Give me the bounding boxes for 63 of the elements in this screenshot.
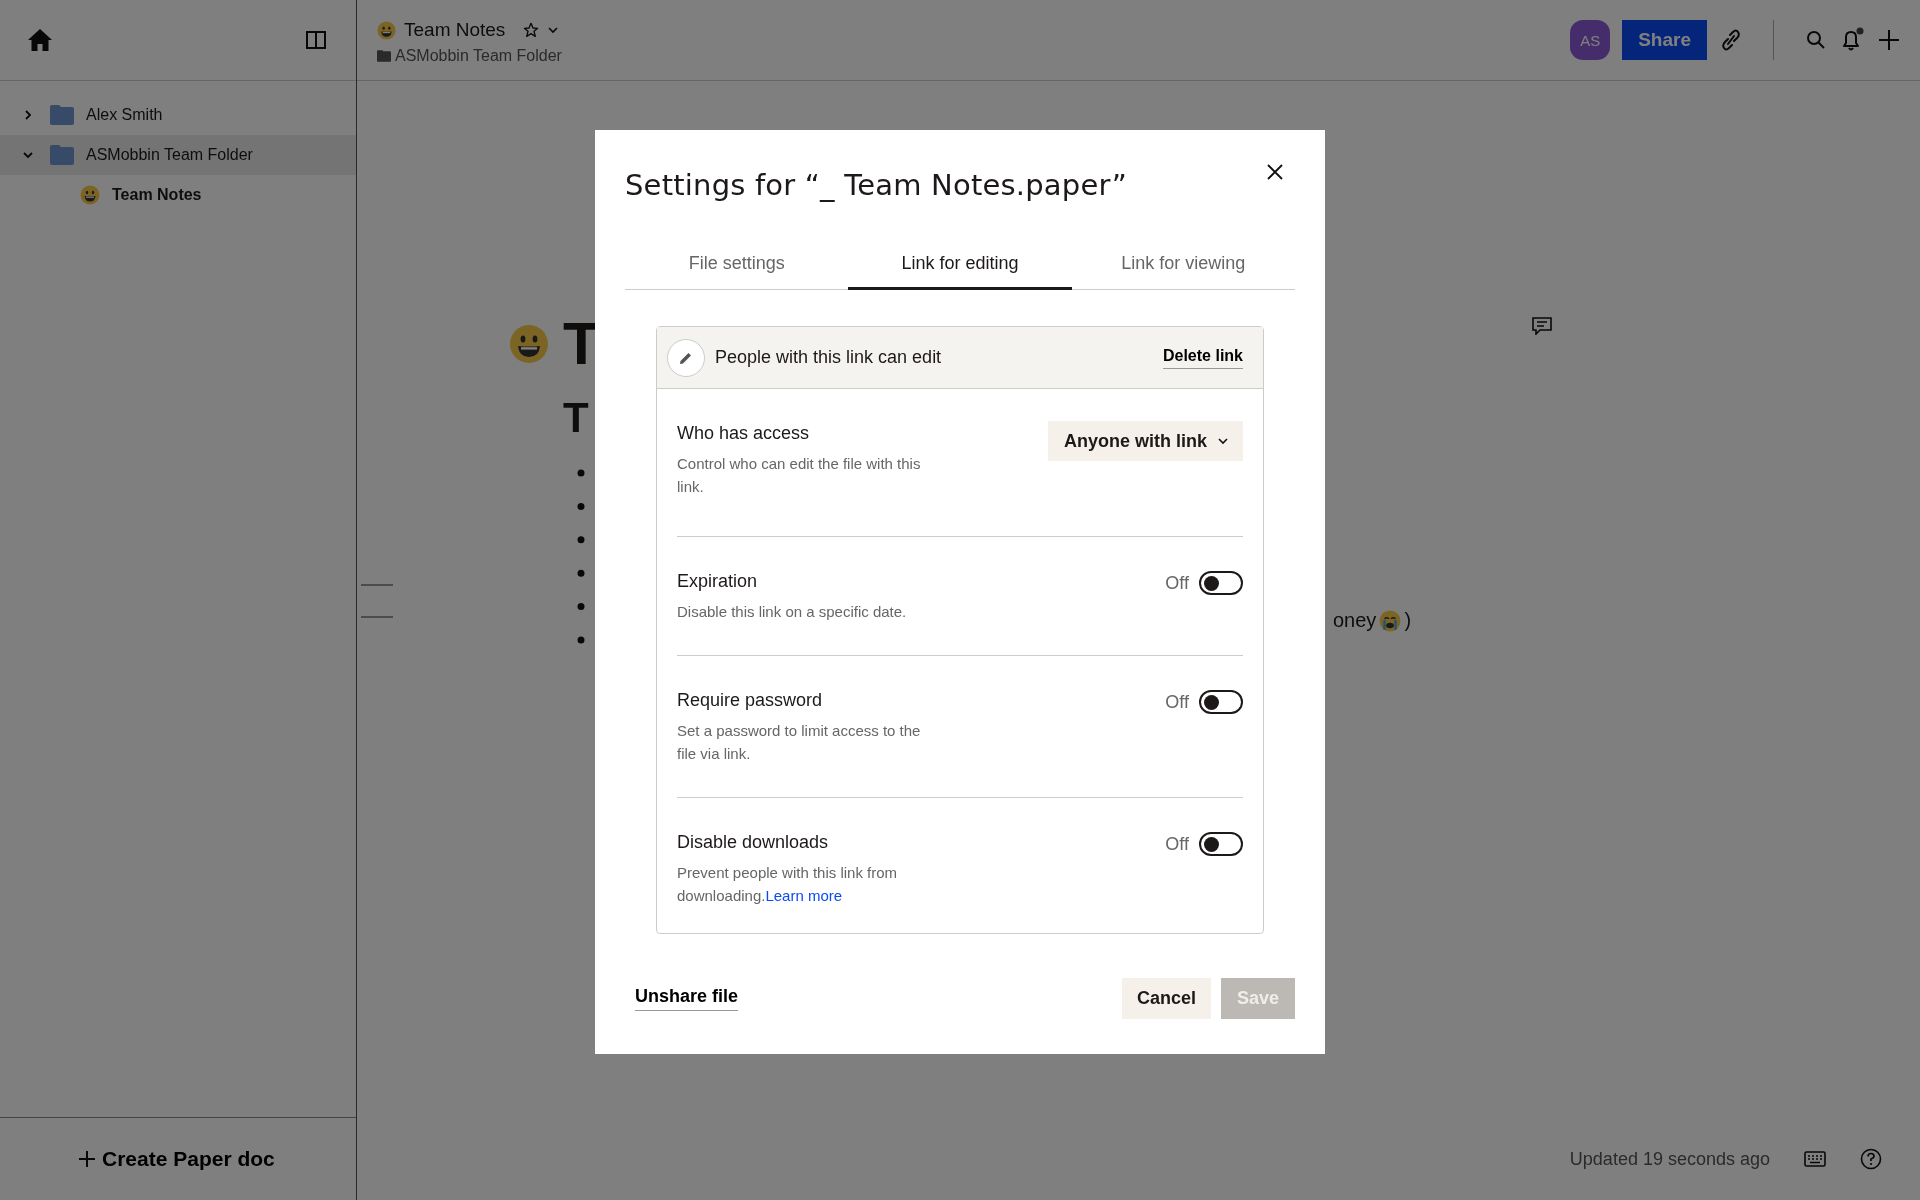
- plus-icon: [78, 1150, 96, 1168]
- close-icon[interactable]: [1267, 164, 1283, 180]
- folder-icon: [50, 105, 74, 125]
- smiley-face-icon: [80, 185, 100, 205]
- last-updated-text: Updated 19 seconds ago: [1569, 1148, 1770, 1170]
- sidebar-item[interactable]: ASMobbin Team Folder: [0, 135, 356, 175]
- setting-description: Disable this link on a specific date.: [677, 602, 908, 622]
- sidebar-item[interactable]: Alex Smith: [0, 95, 356, 135]
- folder-name: ASMobbin Team Folder: [86, 146, 253, 164]
- setting-label: Disable downloads: [677, 832, 830, 853]
- document-heading: T: [563, 393, 590, 443]
- breadcrumb-link[interactable]: ASMobbin Team Folder: [395, 47, 562, 65]
- home-icon[interactable]: [28, 29, 52, 51]
- setting-label: Who has access: [677, 423, 811, 444]
- link-icon[interactable]: [1721, 29, 1741, 51]
- folder-icon: [50, 145, 74, 165]
- learn-more-link[interactable]: Learn more: [765, 887, 843, 904]
- document-text: oney: [1333, 609, 1377, 632]
- access-dropdown[interactable]: Anyone with link: [1048, 421, 1243, 461]
- setting-label: Expiration: [677, 571, 759, 592]
- create-doc-button[interactable]: Create Paper doc: [78, 1147, 275, 1171]
- document-title: Team Notes: [404, 19, 506, 41]
- help-icon[interactable]: [1860, 1148, 1882, 1170]
- sidebar-item[interactable]: Team Notes: [0, 175, 356, 215]
- toggle-state-text: Off: [1165, 572, 1189, 594]
- folder-icon: [377, 50, 391, 62]
- document-name: Team Notes: [112, 186, 202, 204]
- unshare-file-button[interactable]: Unshare file: [635, 985, 739, 1011]
- document-text: ): [1404, 609, 1412, 632]
- toggle-switch[interactable]: [1199, 690, 1243, 714]
- toggle-switch[interactable]: [1199, 571, 1243, 595]
- link-permission-text: People with this link can edit: [715, 347, 943, 368]
- chevron-right-icon[interactable]: [22, 109, 34, 121]
- star-icon[interactable]: [523, 22, 540, 38]
- chevron-down-icon[interactable]: [22, 149, 34, 161]
- setting-description: Set a password to limit access to the file via link.: [677, 721, 922, 764]
- crying-face-icon: [1379, 609, 1402, 632]
- notification-bell-icon[interactable]: [1840, 27, 1864, 53]
- toggle-state-text: Off: [1165, 691, 1189, 713]
- smiley-face-icon: [509, 324, 549, 364]
- toggle-state-text: Off: [1165, 833, 1189, 855]
- chevron-down-icon: [1217, 435, 1229, 447]
- user-avatar[interactable]: AS: [1570, 20, 1611, 60]
- folder-name: Alex Smith: [86, 106, 163, 124]
- setting-description: Control who can edit the file with this link.: [677, 454, 922, 497]
- setting-description: Prevent people with this link from downloading.Learn more: [677, 863, 899, 906]
- dialog-tab[interactable]: Link for editing: [848, 240, 1072, 290]
- chevron-down-icon[interactable]: [547, 24, 560, 36]
- plus-icon[interactable]: [1878, 29, 1900, 51]
- toggle-switch[interactable]: [1199, 832, 1243, 856]
- comment-icon[interactable]: [1532, 317, 1552, 335]
- dialog-tab[interactable]: Link for viewing: [1071, 240, 1295, 290]
- cancel-button[interactable]: Cancel: [1121, 977, 1211, 1019]
- smiley-face-icon: [377, 20, 396, 40]
- search-icon[interactable]: [1806, 30, 1826, 50]
- sidebar-toggle-icon[interactable]: [306, 31, 326, 49]
- share-button[interactable]: Share: [1622, 20, 1707, 60]
- pencil-icon: [667, 338, 705, 377]
- setting-label: Require password: [677, 690, 824, 711]
- dialog-title: Settings for “_ Team Notes.paper”: [625, 168, 1128, 202]
- dialog-tab[interactable]: File settings: [625, 240, 849, 290]
- keyboard-icon[interactable]: [1804, 1151, 1826, 1167]
- delete-link-button[interactable]: Delete link: [1162, 346, 1243, 369]
